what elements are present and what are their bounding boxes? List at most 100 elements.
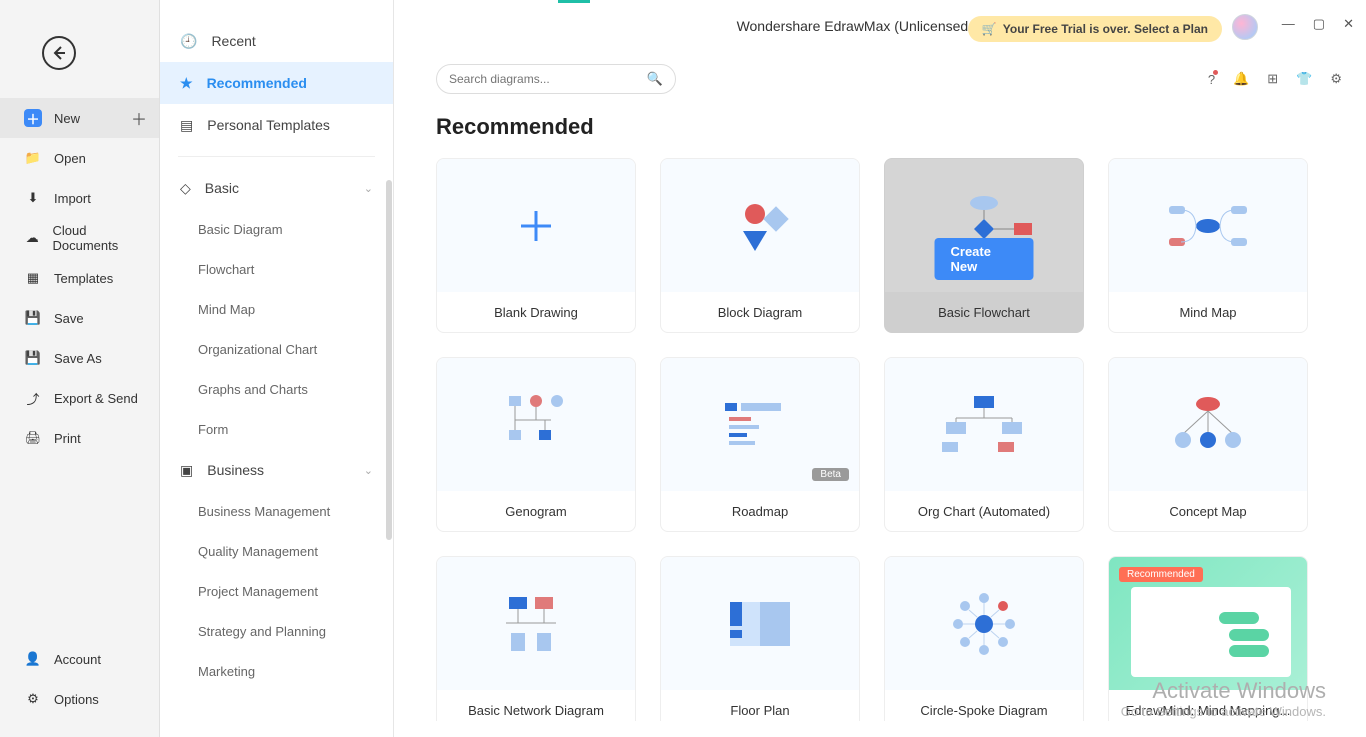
- beta-badge: Beta: [812, 468, 849, 481]
- divider: [178, 156, 375, 157]
- rail-item-templates[interactable]: ▦ Templates: [0, 258, 159, 298]
- sidebar-sub-quality-management[interactable]: Quality Management: [160, 531, 393, 571]
- template-card[interactable]: Floor Plan: [660, 556, 860, 721]
- personal-icon: ▤: [180, 117, 193, 134]
- template-card[interactable]: Mind Map: [1108, 158, 1308, 333]
- export-icon: ⤴: [24, 389, 42, 408]
- card-label: EdrawMind: Mind Mapping...: [1109, 690, 1307, 721]
- sidebar-sub-basic-diagram[interactable]: Basic Diagram: [160, 209, 393, 249]
- rail-item-new[interactable]: ＋ New ＋: [0, 98, 159, 138]
- template-card[interactable]: Beta Roadmap: [660, 357, 860, 532]
- template-card[interactable]: Block Diagram: [660, 158, 860, 333]
- bell-icon[interactable]: 🔔: [1233, 71, 1249, 87]
- trial-notice-button[interactable]: 🛒 Your Free Trial is over. Select a Plan: [968, 16, 1222, 42]
- maximize-button[interactable]: ▢: [1313, 16, 1325, 32]
- help-icon[interactable]: ?: [1208, 72, 1215, 87]
- sidebar-cat-label: Basic: [205, 180, 239, 196]
- card-thumb: Beta: [661, 358, 859, 491]
- card-thumb: [1109, 159, 1307, 292]
- recommended-badge: Recommended: [1119, 567, 1203, 582]
- card-label: Basic Network Diagram: [437, 690, 635, 721]
- active-tab-indicator: [558, 0, 590, 3]
- sidebar-sub-strategy-planning[interactable]: Strategy and Planning: [160, 611, 393, 651]
- sidebar-sub-business-management[interactable]: Business Management: [160, 491, 393, 531]
- card-label: Block Diagram: [661, 292, 859, 332]
- sidebar-item-label: Personal Templates: [207, 117, 330, 133]
- sidebar-cat-label: Business: [207, 462, 264, 478]
- card-thumb: [437, 159, 635, 292]
- template-card[interactable]: Create New Basic Flowchart: [884, 158, 1084, 333]
- create-new-button[interactable]: Create New: [935, 238, 1034, 280]
- search-input[interactable]: [449, 72, 647, 86]
- close-button[interactable]: ✕: [1343, 16, 1354, 32]
- card-thumb: [885, 358, 1083, 491]
- sidebar-sub-organizational-chart[interactable]: Organizational Chart: [160, 329, 393, 369]
- trial-notice-label: Your Free Trial is over. Select a Plan: [1003, 22, 1208, 36]
- folder-icon: 📁: [24, 150, 42, 166]
- card-label: Basic Flowchart: [885, 292, 1083, 332]
- back-button[interactable]: [42, 36, 76, 70]
- rail-item-save-as[interactable]: 💾 Save As: [0, 338, 159, 378]
- rail-item-options[interactable]: ⚙ Options: [0, 679, 159, 719]
- search-icon[interactable]: 🔍: [647, 71, 663, 87]
- card-label: Org Chart (Automated): [885, 491, 1083, 531]
- sidebar-sub-flowchart[interactable]: Flowchart: [160, 249, 393, 289]
- chevron-down-icon: ⌄: [364, 464, 373, 477]
- sidebar-sub-marketing[interactable]: Marketing: [160, 651, 393, 691]
- rail-item-account[interactable]: 👤 Account: [0, 639, 159, 679]
- sidebar-cat-business[interactable]: ▣ Business ⌄: [160, 449, 393, 491]
- rail-item-import[interactable]: ⬇ Import: [0, 178, 159, 218]
- template-card[interactable]: Concept Map: [1108, 357, 1308, 532]
- card-label: Circle-Spoke Diagram: [885, 690, 1083, 721]
- shirt-icon[interactable]: 👕: [1296, 71, 1312, 87]
- avatar[interactable]: [1232, 14, 1258, 40]
- rail-label: Save: [54, 311, 84, 326]
- titlebar: Wondershare EdrawMax (Unlicensed Version…: [394, 0, 1366, 56]
- card-label: Genogram: [437, 491, 635, 531]
- rail-label: Import: [54, 191, 91, 206]
- save-as-icon: 💾: [24, 350, 42, 366]
- template-card[interactable]: Basic Network Diagram: [436, 556, 636, 721]
- sidebar-sub-form[interactable]: Form: [160, 409, 393, 449]
- rail-item-print[interactable]: 🖨 Print: [0, 418, 159, 458]
- rail-item-open[interactable]: 📁 Open: [0, 138, 159, 178]
- import-icon: ⬇: [24, 190, 42, 206]
- tag-icon: ◇: [180, 180, 191, 197]
- sidebar-sub-mind-map[interactable]: Mind Map: [160, 289, 393, 329]
- template-card[interactable]: Recommended EdrawMind: Mind Mapping...: [1108, 556, 1308, 721]
- toolbar: 🔍 ? 🔔 ⊞ 👕 ⚙: [394, 56, 1366, 94]
- star-icon: ★: [180, 75, 193, 92]
- save-icon: 💾: [24, 310, 42, 326]
- content: Recommended Blank Drawing Block Diagram Cr…: [394, 94, 1366, 721]
- card-label: Roadmap: [661, 491, 859, 531]
- rail-label: Cloud Documents: [52, 223, 147, 253]
- sidebar-sub-graphs-charts[interactable]: Graphs and Charts: [160, 369, 393, 409]
- sidebar-item-recommended[interactable]: ★ Recommended: [160, 62, 393, 104]
- rail-item-cloud-documents[interactable]: ☁ Cloud Documents: [0, 218, 159, 258]
- search-box[interactable]: 🔍: [436, 64, 676, 94]
- sidebar-item-recent[interactable]: 🕘 Recent: [160, 20, 393, 62]
- clock-icon: 🕘: [180, 33, 197, 50]
- cloud-icon: ☁: [24, 230, 40, 246]
- rail-item-save[interactable]: 💾 Save: [0, 298, 159, 338]
- sidebar-item-personal-templates[interactable]: ▤ Personal Templates: [160, 104, 393, 146]
- card-label: Mind Map: [1109, 292, 1307, 332]
- rail-item-export-send[interactable]: ⤴ Export & Send: [0, 378, 159, 418]
- apps-icon[interactable]: ⊞: [1267, 71, 1278, 87]
- template-card[interactable]: Blank Drawing: [436, 158, 636, 333]
- template-card[interactable]: Circle-Spoke Diagram: [884, 556, 1084, 721]
- main-area: Wondershare EdrawMax (Unlicensed Version…: [394, 0, 1366, 737]
- plus-icon: ＋: [24, 109, 42, 127]
- sidebar-cat-basic[interactable]: ◇ Basic ⌄: [160, 167, 393, 209]
- add-icon[interactable]: ＋: [131, 106, 147, 130]
- minimize-button[interactable]: —: [1282, 16, 1295, 32]
- sidebar-sub-project-management[interactable]: Project Management: [160, 571, 393, 611]
- template-card[interactable]: Genogram: [436, 357, 636, 532]
- rail-label: Export & Send: [54, 391, 138, 406]
- sidebar-scrollbar[interactable]: [386, 180, 392, 540]
- settings-icon[interactable]: ⚙: [1330, 71, 1342, 87]
- rail-label: Options: [54, 692, 99, 707]
- rail-label: Print: [54, 431, 81, 446]
- template-card[interactable]: Org Chart (Automated): [884, 357, 1084, 532]
- sidebar-item-label: Recent: [211, 33, 255, 49]
